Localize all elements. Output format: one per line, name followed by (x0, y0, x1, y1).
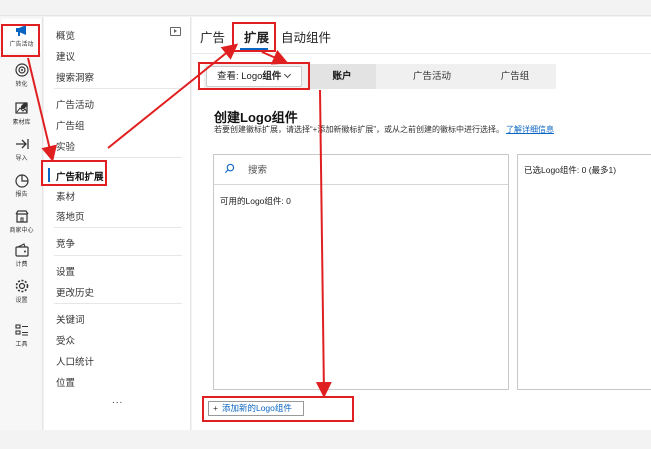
annotation-box-campaigns (1, 24, 40, 57)
nav-item-overview[interactable]: 概览 (56, 28, 75, 42)
bottom-strip (0, 430, 651, 449)
selected-logos-label: 已选Logo组件: 0 (最多1) (524, 165, 617, 175)
rail-label: 导入 (15, 156, 28, 162)
nav-divider (54, 157, 182, 158)
nav-item-competition[interactable]: 竞争 (56, 236, 75, 250)
rail-item-assets[interactable]: 素材库 (2, 97, 41, 131)
nav-divider (54, 227, 182, 228)
annotation-box-add-button (202, 396, 354, 422)
available-logos-label: 可用的Logo组件: 0 (220, 196, 291, 206)
nav-item-change-history[interactable]: 更改历史 (56, 285, 94, 299)
icon-rail: 广告活动 转化 素材库 导入 报告 商家中心 计费 设置 工具 (0, 17, 43, 430)
rail-label: 转化 (15, 82, 28, 88)
wallet-icon (14, 243, 29, 257)
nav-divider (54, 88, 182, 89)
tabs-divider (192, 53, 651, 54)
nav-divider (54, 303, 182, 304)
rail-label: 计费 (15, 262, 28, 268)
target-icon (14, 63, 29, 77)
nav-item-audiences[interactable]: 受众 (56, 333, 75, 347)
rail-label: 商家中心 (9, 228, 34, 234)
selected-logos-panel: 已选Logo组件: 0 (最多1) (517, 154, 651, 390)
nav-item-campaigns[interactable]: 广告活动 (56, 97, 94, 111)
rail-item-billing[interactable]: 计费 (2, 239, 41, 273)
more-items-button[interactable]: ... (112, 395, 123, 406)
rail-item-tools[interactable]: 工具 (2, 319, 41, 353)
scope-tab-ad-group[interactable]: 广告组 (480, 64, 550, 89)
tab-auto-assets[interactable]: 自动组件 (281, 27, 331, 46)
nav-item-locations[interactable]: 位置 (56, 375, 75, 389)
annotation-box-ads-extensions (41, 160, 107, 186)
rail-label: 工具 (15, 342, 28, 348)
image-edit-icon (14, 102, 28, 114)
store-icon (15, 210, 28, 223)
section-description: 若要创建徽标扩展，请选择“+添加新徽标扩展”，或从之前创建的徽标中进行选择。 了解… (214, 124, 554, 135)
available-logos-panel: 可用的Logo组件: 0 (213, 154, 509, 390)
rail-item-import[interactable]: 导入 (2, 133, 41, 167)
search-icon (224, 163, 235, 174)
nav-item-experiments[interactable]: 实验 (56, 139, 75, 153)
nav-item-landing-pages[interactable]: 落地页 (56, 209, 85, 223)
rail-item-merchant-center[interactable]: 商家中心 (2, 205, 41, 239)
scope-tab-campaign[interactable]: 广告活动 (390, 64, 474, 89)
nav-divider (54, 255, 182, 256)
top-strip (0, 0, 651, 16)
nav-item-search-insights[interactable]: 搜索洞察 (56, 70, 94, 84)
rail-item-conversions[interactable]: 转化 (2, 59, 41, 93)
rail-label: 素材库 (12, 120, 31, 126)
nav-item-settings[interactable]: 设置 (56, 264, 75, 278)
annotation-box-view-dropdown (198, 62, 310, 90)
nav-item-recommendations[interactable]: 建议 (56, 49, 75, 63)
search-input[interactable] (248, 163, 488, 177)
tools-icon (14, 324, 28, 336)
rail-item-reports[interactable]: 报告 (2, 169, 41, 203)
learn-more-link[interactable]: 了解详细信息 (506, 125, 554, 134)
rail-item-settings[interactable]: 设置 (2, 275, 41, 309)
rail-label: 设置 (15, 298, 28, 304)
secondary-nav: 概览 建议 搜索洞察 广告活动 广告组 实验 广告和扩展 素材 落地页 竞争 设… (44, 17, 191, 430)
search-row (214, 155, 508, 185)
import-arrow-icon (15, 139, 29, 149)
tab-ads[interactable]: 广告 (200, 27, 225, 46)
section-description-text: 若要创建徽标扩展，请选择“+添加新徽标扩展”，或从之前创建的徽标中进行选择。 (214, 125, 504, 134)
nav-item-assets[interactable]: 素材 (56, 189, 75, 203)
pie-chart-icon (14, 174, 29, 188)
nav-item-ad-groups[interactable]: 广告组 (56, 118, 85, 132)
annotation-box-extensions-tab (232, 22, 276, 52)
scope-tab-account[interactable]: 账户 (308, 64, 376, 89)
gear-icon (15, 279, 28, 293)
rail-label: 报告 (15, 192, 28, 198)
app-window: 广告活动 转化 素材库 导入 报告 商家中心 计费 设置 工具 概览 建议 搜索… (0, 0, 651, 449)
collapse-panel-icon[interactable] (170, 27, 181, 36)
nav-item-demographics[interactable]: 人口统计 (56, 354, 94, 368)
nav-item-keywords[interactable]: 关键词 (56, 312, 85, 326)
